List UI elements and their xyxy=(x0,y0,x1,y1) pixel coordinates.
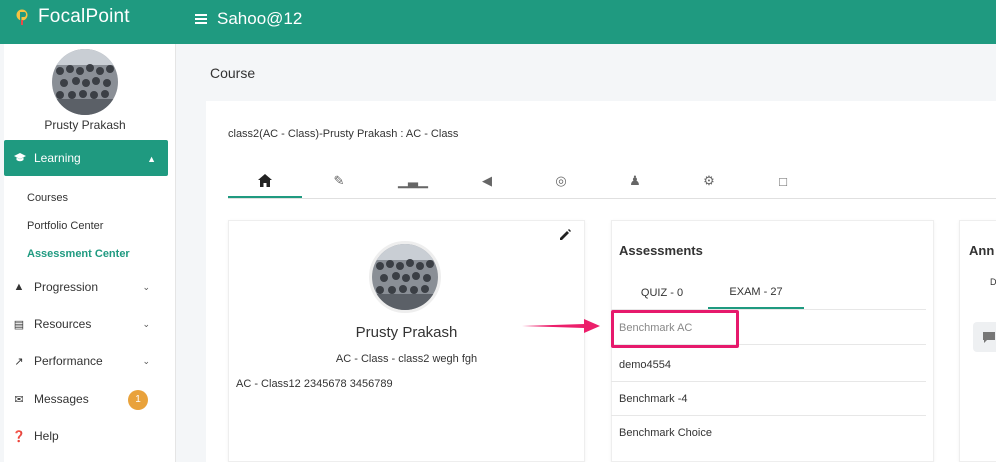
sidebar: Prusty Prakash Learning ▲ Courses Portfo… xyxy=(4,44,176,462)
sidebar-item-label: Learning xyxy=(34,151,81,165)
tab-settings[interactable]: ⚙ xyxy=(672,164,746,198)
clipboard-icon: ▤ xyxy=(13,318,25,331)
comment-icon xyxy=(983,332,995,343)
sidebar-user-name: Prusty Prakash xyxy=(44,118,126,132)
mail-icon: ✉ xyxy=(14,393,24,406)
list-item[interactable]: Benchmark Choice xyxy=(611,416,926,450)
menu-toggle-button[interactable]: Sahoo@12 xyxy=(195,9,302,29)
user-title: Sahoo@12 xyxy=(217,9,303,28)
annotation-arrow-icon xyxy=(522,319,600,333)
top-bar: FocalPoint Sahoo@12 xyxy=(0,0,996,44)
chevron-down-icon: ⌄ xyxy=(142,355,150,366)
sidebar-item-label: Messages xyxy=(34,392,89,406)
tab-stats[interactable]: ▁▃▁ xyxy=(376,164,450,198)
tab-home[interactable] xyxy=(228,164,302,198)
id-card-icon: □ xyxy=(779,173,787,189)
chevron-up-icon: ▲ xyxy=(147,154,156,164)
profile-avatar xyxy=(369,241,441,313)
profile-details: AC - Class12 2345678 3456789 xyxy=(236,378,393,390)
announcement-snippet: D xyxy=(990,277,996,287)
tab-quiz[interactable]: QUIZ - 0 xyxy=(627,276,697,309)
avatar[interactable] xyxy=(52,49,118,115)
chevron-down-icon: ⌄ xyxy=(142,318,150,329)
page-title: Course xyxy=(210,65,256,81)
list-item[interactable]: demo4554 xyxy=(611,348,926,382)
chevron-down-icon: ⌄ xyxy=(142,281,150,292)
tab-profile[interactable]: □ xyxy=(746,164,820,198)
assessments-title: Assessments xyxy=(619,243,703,258)
home-icon xyxy=(258,173,272,187)
brand-name: FocalPoint xyxy=(38,6,130,27)
sidebar-item-resources[interactable]: ▤ Resources ⌄ xyxy=(4,312,168,336)
people-icon: ♟ xyxy=(629,173,641,188)
sidebar-item-messages[interactable]: ✉ Messages 1 xyxy=(4,387,168,411)
sidebar-sub-courses[interactable]: Courses xyxy=(27,192,68,204)
sidebar-sub-assessment-center[interactable]: Assessment Center xyxy=(27,248,130,260)
messages-count-badge: 1 xyxy=(128,390,148,410)
trend-icon: ↗ xyxy=(14,355,24,368)
sidebar-item-label: Progression xyxy=(34,280,99,294)
graduation-cap-icon xyxy=(14,153,26,162)
help-icon: ❓ xyxy=(12,430,26,443)
tab-exam[interactable]: EXAM - 27 xyxy=(708,276,804,309)
course-tabs: ✎ ▁▃▁ ◀ ◎ ♟ ⚙ □ xyxy=(228,164,996,199)
gear-icon: ⚙ xyxy=(703,173,715,188)
edit-icon[interactable] xyxy=(558,228,572,242)
sidebar-sub-portfolio-center[interactable]: Portfolio Center xyxy=(27,220,103,232)
announcement-chip[interactable] xyxy=(973,322,996,352)
highlight-box xyxy=(611,310,739,348)
sidebar-item-progression[interactable]: ▲ Progression ⌄ xyxy=(4,275,168,299)
focalpoint-logo-icon xyxy=(16,9,28,25)
progression-icon: ▲ xyxy=(13,281,25,293)
sidebar-item-help[interactable]: ❓ Help xyxy=(4,424,168,448)
sidebar-item-learning[interactable]: Learning ▲ xyxy=(4,140,168,176)
megaphone-icon: ◀ xyxy=(482,173,492,188)
tab-target[interactable]: ◎ xyxy=(524,164,598,198)
tab-announce[interactable]: ◀ xyxy=(450,164,524,198)
profile-class: AC - Class - class2 wegh fgh xyxy=(335,353,478,365)
announcements-title: Ann xyxy=(969,243,995,258)
target-icon: ◎ xyxy=(555,173,567,188)
sidebar-item-performance[interactable]: ↗ Performance ⌄ xyxy=(4,349,168,373)
bar-chart-icon: ▁▃▁ xyxy=(398,173,428,188)
sidebar-item-label: Performance xyxy=(34,354,103,368)
sidebar-item-label: Resources xyxy=(34,317,92,331)
brand[interactable]: FocalPoint xyxy=(16,6,130,28)
list-item[interactable]: Benchmark -4 xyxy=(611,382,926,416)
sidebar-item-label: Help xyxy=(34,429,59,443)
tab-edit[interactable]: ✎ xyxy=(302,164,376,198)
tab-people[interactable]: ♟ xyxy=(598,164,672,198)
edit-note-icon: ✎ xyxy=(333,173,345,188)
class-title: class2(AC - Class)-Prusty Prakash : AC -… xyxy=(228,128,459,140)
hamburger-icon xyxy=(195,14,207,24)
